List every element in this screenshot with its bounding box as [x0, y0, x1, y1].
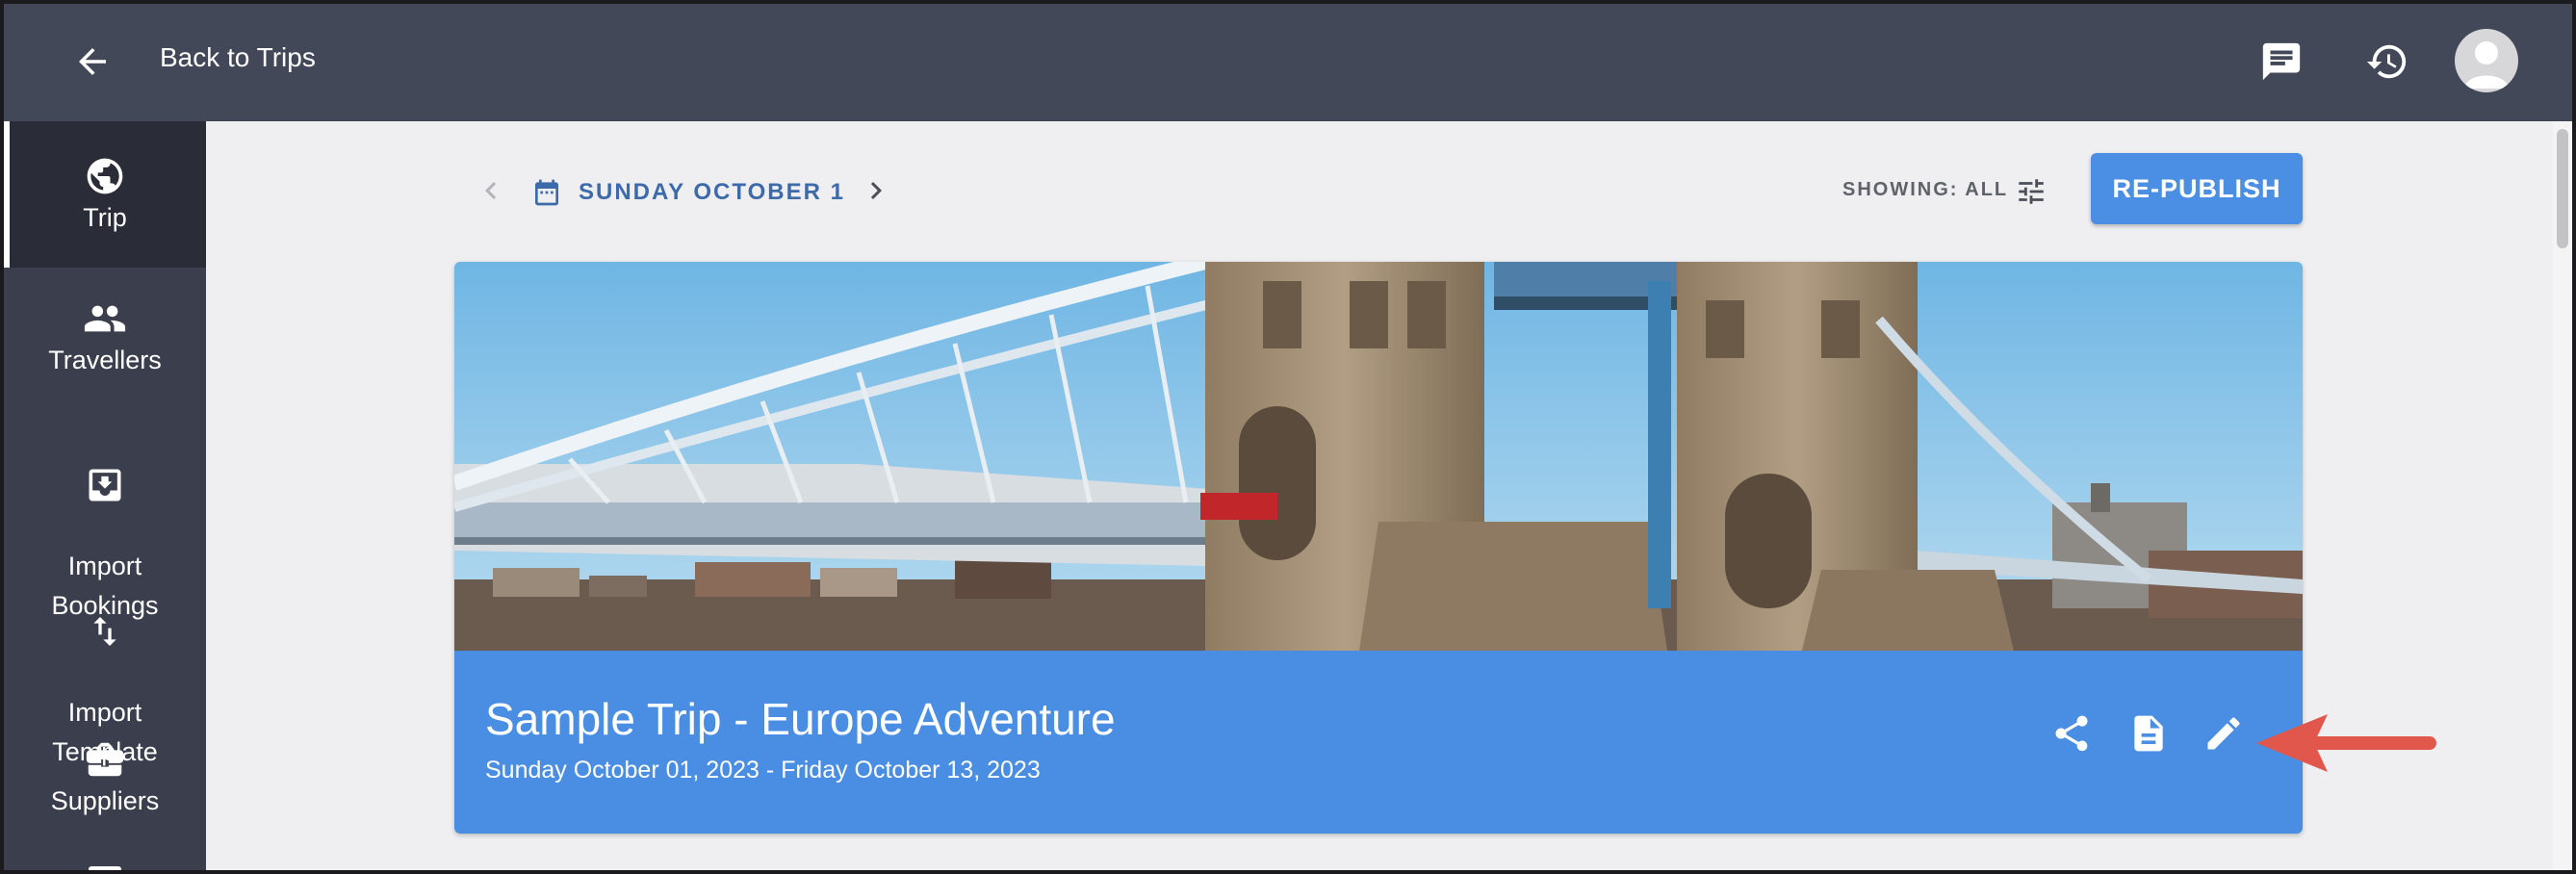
people-icon	[4, 296, 206, 341]
sidebar-item-label: Travellers	[48, 346, 162, 374]
chevron-left-icon	[485, 182, 497, 199]
showing-filter-label: SHOWING: ALL	[1842, 179, 2009, 200]
share-button[interactable]	[2045, 707, 2099, 760]
download-box-icon	[4, 463, 206, 507]
top-bar: Back to Trips	[4, 4, 2572, 121]
arrow-back-icon	[79, 48, 106, 75]
sidebar-item-label: Trip	[83, 203, 127, 232]
edit-button[interactable]	[2197, 707, 2251, 760]
back-button[interactable]	[64, 33, 121, 90]
document-icon	[2134, 715, 2163, 752]
filter-button[interactable]	[2012, 172, 2050, 211]
sidebar-item-label: Suppliers	[50, 786, 160, 815]
trip-title: Sample Trip - Europe Adventure	[485, 694, 1116, 744]
trip-dates: Sunday October 01, 2023 - Friday October…	[485, 757, 1041, 784]
current-date-label[interactable]: SUNDAY OCTOBER 1	[579, 179, 845, 206]
briefcase-icon	[4, 737, 206, 782]
tune-icon	[2019, 179, 2044, 204]
sidebar: Trip Travellers Import Bookings Import T…	[4, 121, 206, 870]
sidebar-item-travellers[interactable]: Travellers	[4, 296, 206, 380]
app-window: Back to Trips Trip Travellers Import Boo…	[0, 0, 2576, 874]
messages-button[interactable]	[2251, 31, 2312, 92]
republish-button[interactable]: RE-PUBLISH	[2091, 153, 2303, 224]
user-avatar-icon	[2464, 41, 2509, 89]
sidebar-item-trip[interactable]: Trip	[4, 121, 206, 268]
chevron-right-icon	[870, 182, 882, 199]
scrollbar-thumb[interactable]	[2557, 129, 2568, 248]
calendar-icon	[529, 175, 564, 210]
sidebar-item-suppliers[interactable]: Suppliers	[4, 737, 206, 821]
share-icon	[2055, 715, 2088, 752]
document-button[interactable]	[2122, 707, 2176, 760]
trip-cover-image[interactable]	[454, 262, 2303, 651]
avatar[interactable]	[2455, 29, 2518, 92]
chat-icon	[2262, 42, 2301, 81]
sidebar-item-partial	[89, 866, 121, 870]
globe-icon	[4, 154, 206, 198]
annotation-arrow	[2256, 714, 2436, 772]
trip-card: Sample Trip - Europe Adventure Sunday Oc…	[454, 262, 2303, 834]
pencil-icon	[2207, 717, 2240, 750]
history-button[interactable]	[2357, 31, 2418, 92]
next-day-button[interactable]	[859, 173, 893, 208]
swap-vert-icon	[4, 609, 206, 654]
back-to-trips-link[interactable]: Back to Trips	[160, 42, 316, 73]
history-icon	[2366, 44, 2407, 79]
trip-info-bar: Sample Trip - Europe Adventure Sunday Oc…	[454, 651, 2303, 834]
previous-day-button[interactable]	[474, 173, 508, 208]
